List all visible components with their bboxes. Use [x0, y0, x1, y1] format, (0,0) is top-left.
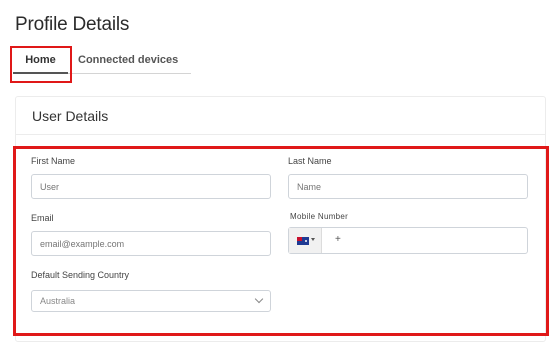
card-title: User Details — [32, 108, 109, 124]
caret-down-icon — [311, 238, 315, 241]
last-name-field[interactable] — [288, 174, 528, 199]
first-name-label: First Name — [31, 156, 76, 166]
dial-code: + — [335, 234, 341, 245]
mobile-number-field[interactable]: + — [288, 227, 528, 254]
country-code-dropdown[interactable] — [289, 228, 322, 253]
default-country-select[interactable]: Australia — [31, 290, 271, 312]
tab-connected-devices[interactable]: Connected devices — [78, 48, 188, 74]
first-name-field[interactable] — [31, 174, 271, 199]
card-header: User Details — [16, 97, 545, 135]
default-country-value: Australia — [40, 296, 76, 306]
chevron-down-icon — [254, 294, 264, 304]
email-label: Email — [31, 213, 54, 223]
tab-home[interactable]: Home — [13, 48, 68, 74]
last-name-label: Last Name — [288, 156, 332, 166]
default-country-label: Default Sending Country — [31, 270, 130, 280]
mobile-number-label: Mobile Number — [290, 212, 349, 221]
email-field[interactable] — [31, 231, 271, 256]
australia-flag-icon — [297, 237, 309, 245]
tab-bar: Home Connected devices — [13, 48, 191, 74]
page-title: Profile Details — [15, 14, 130, 35]
